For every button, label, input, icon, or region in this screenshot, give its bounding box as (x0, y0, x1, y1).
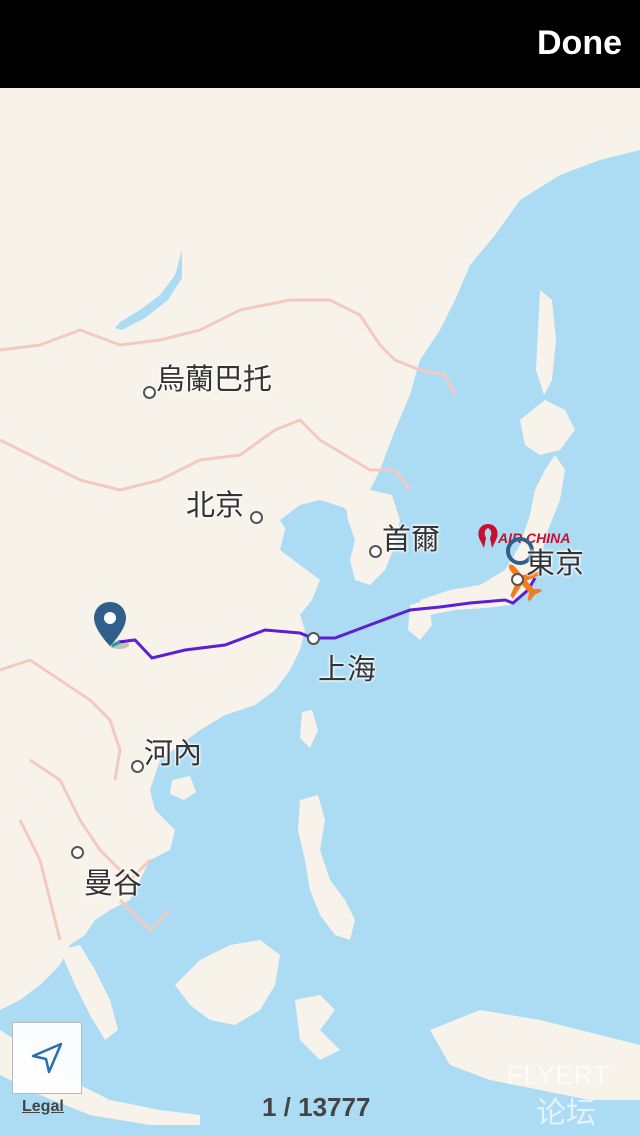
city-dot-tokyo (511, 573, 524, 586)
city-dot-bangkok (71, 846, 84, 859)
legal-link[interactable]: Legal (22, 1098, 64, 1116)
locate-me-button[interactable] (12, 1022, 82, 1094)
city-dot-hanoi (131, 760, 144, 773)
watermark-subtext: 论坛 (536, 1096, 596, 1131)
city-label-seoul: 首爾 (382, 522, 441, 556)
done-button[interactable]: Done (537, 24, 622, 63)
city-dot-beijing (250, 511, 263, 524)
city-label-shanghai: 上海 (318, 652, 377, 686)
map-view[interactable]: AIR CHINA 烏蘭巴托 北京 首爾 東京 上海 河內 曼谷 (0, 88, 640, 1136)
city-dot-ulaanbaatar (143, 386, 156, 399)
city-label-ulaanbaatar: 烏蘭巴托 (156, 362, 273, 396)
city-dot-shanghai (307, 632, 320, 645)
origin-pin-icon[interactable] (92, 600, 132, 650)
city-dot-seoul (369, 545, 382, 558)
city-label-bangkok: 曼谷 (84, 866, 143, 900)
city-label-hanoi: 河內 (144, 736, 203, 770)
watermark-text: FLYERT (506, 1060, 610, 1090)
city-label-beijing: 北京 (186, 488, 245, 522)
city-label-tokyo: 東京 (526, 546, 585, 580)
location-arrow-icon (31, 1042, 63, 1074)
top-bar: Done (0, 0, 640, 88)
page-counter: 1 / 13777 (262, 1092, 371, 1122)
